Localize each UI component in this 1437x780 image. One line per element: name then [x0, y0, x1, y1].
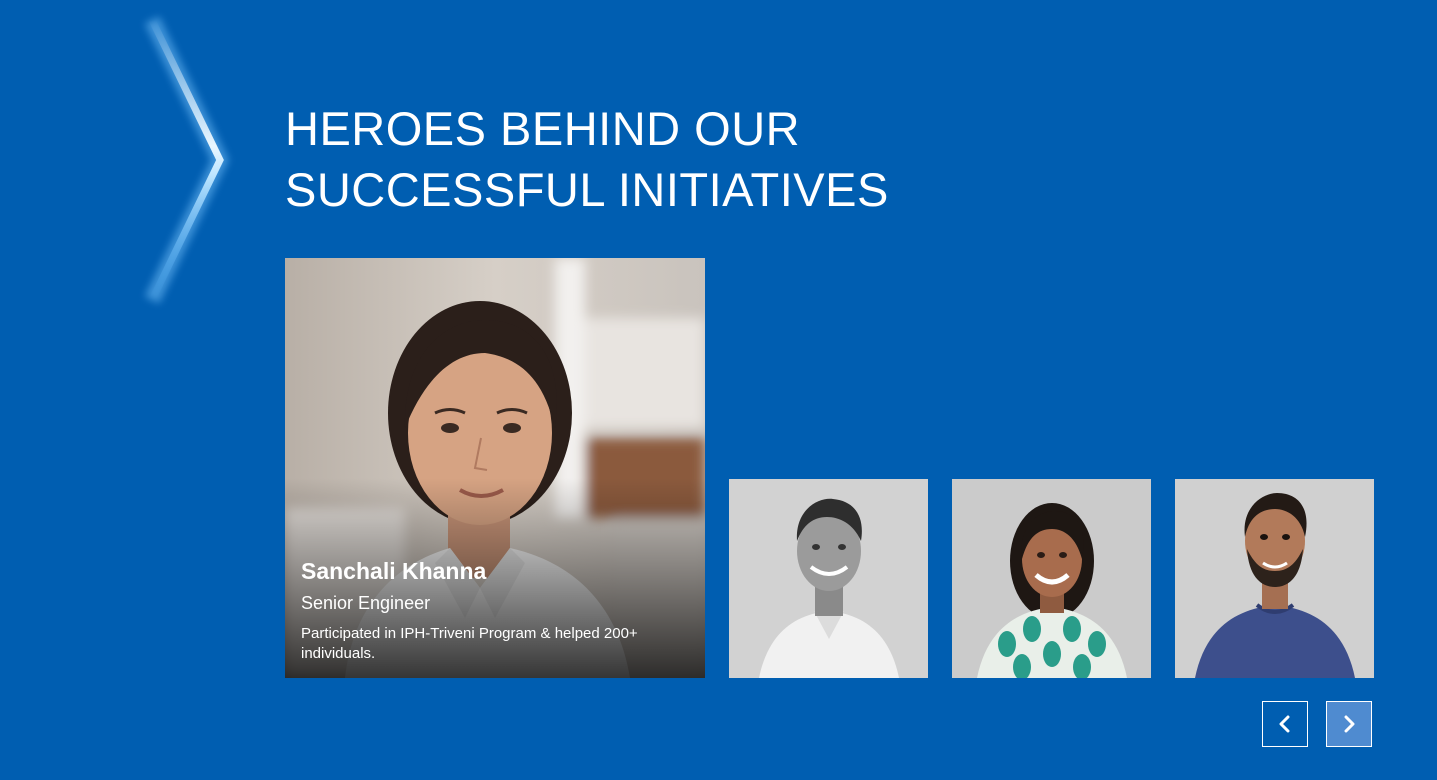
hero-role: Senior Engineer	[301, 593, 431, 613]
person-portrait-woman-smiling	[952, 479, 1151, 678]
section-title-line-1: HEROES BEHIND OUR	[285, 102, 801, 155]
hero-thumbnail-2[interactable]	[952, 479, 1151, 678]
section-title: HEROES BEHIND OUR SUCCESSFUL INITIATIVES	[285, 98, 889, 220]
section-title-line-2: SUCCESSFUL INITIATIVES	[285, 163, 889, 216]
chevron-decoration-icon	[144, 16, 229, 304]
hero-thumbnail-1[interactable]	[729, 479, 928, 678]
chevron-left-icon	[1279, 715, 1290, 733]
hero-description: Participated in IPH-Triveni Program & he…	[301, 625, 638, 662]
hero-name: Sanchali Khanna	[301, 558, 487, 584]
previous-button[interactable]	[1262, 701, 1308, 747]
person-portrait-man-bearded	[1175, 479, 1374, 678]
next-button[interactable]	[1326, 701, 1372, 747]
hero-thumbnail-3[interactable]	[1175, 479, 1374, 678]
chevron-right-icon	[1344, 715, 1355, 733]
person-portrait-man-smiling	[729, 479, 928, 678]
featured-hero-card[interactable]: Sanchali Khanna Senior Engineer Particip…	[285, 258, 705, 678]
